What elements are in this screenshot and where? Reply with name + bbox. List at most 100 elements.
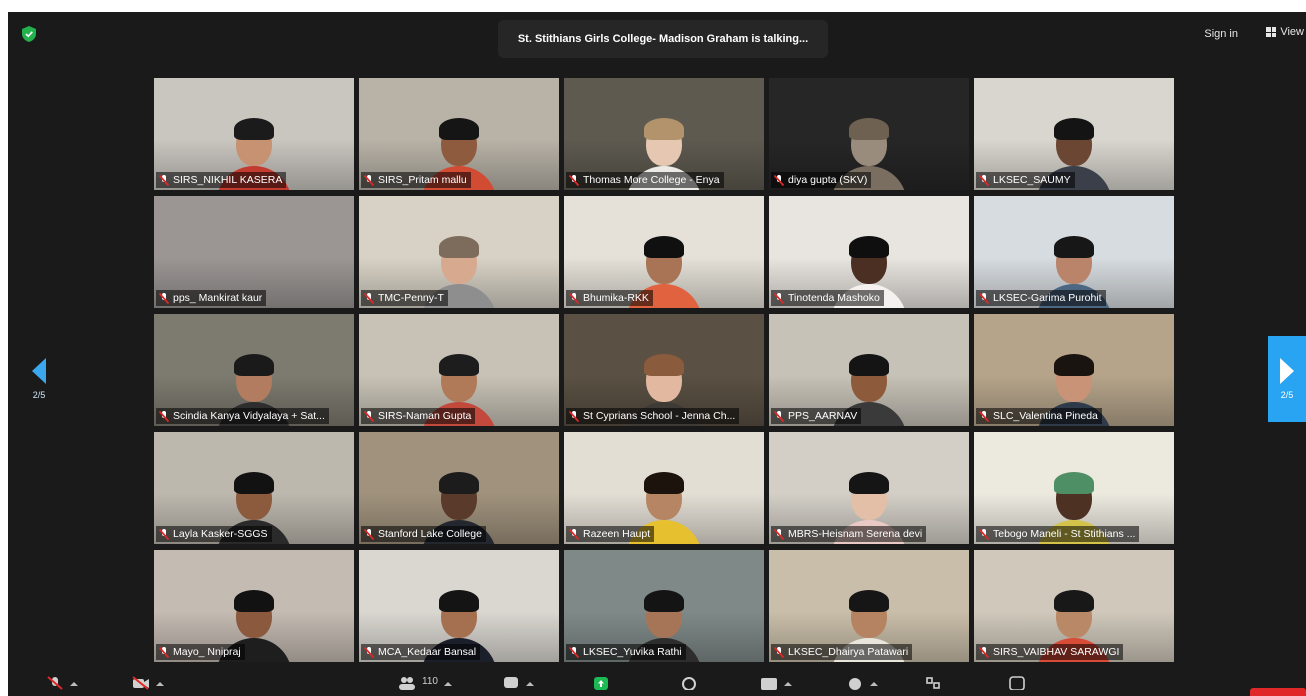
participant-name-tag: SIRS_NIKHIL KASERA: [156, 172, 287, 188]
participant-tile[interactable]: Razeen Haupt: [564, 432, 764, 544]
participant-name: MBRS-Heisnam Serena devi: [788, 528, 923, 540]
apps-icon: [926, 677, 940, 689]
more-button[interactable]: [1008, 676, 1026, 696]
participant-name-tag: Tinotenda Mashoko: [771, 290, 884, 306]
microphone-muted-icon: [569, 646, 579, 658]
participant-name-tag: PPS_AARNAV: [771, 408, 862, 424]
participant-tile[interactable]: LKSEC-Garima Purohit: [974, 196, 1174, 308]
microphone-muted-icon: [774, 174, 784, 186]
participants-caret-icon[interactable]: [443, 682, 452, 686]
share-screen-icon: [594, 677, 608, 690]
encryption-shield-icon[interactable]: [22, 26, 36, 42]
participant-tile[interactable]: LKSEC_SAUMY: [974, 78, 1174, 190]
participant-name: LKSEC_Dhairya Patawari: [788, 646, 909, 658]
microphone-muted-icon: [364, 528, 374, 540]
sign-in-button[interactable]: Sign in: [1200, 26, 1242, 42]
participant-name-tag: LKSEC-Garima Purohit: [976, 290, 1106, 306]
microphone-muted-icon: [979, 292, 989, 304]
participant-name-tag: diya gupta (SKV): [771, 172, 872, 188]
microphone-muted-icon: [364, 410, 374, 422]
participants-icon: [399, 677, 415, 690]
apps-button[interactable]: [924, 676, 942, 696]
mute-button[interactable]: [46, 676, 78, 696]
participant-tile[interactable]: St Cyprians School - Jenna Ch...: [564, 314, 764, 426]
microphone-muted-icon: [774, 292, 784, 304]
participant-name-tag: Scindia Kanya Vidyalaya + Sat...: [156, 408, 329, 424]
participant-tile[interactable]: SIRS_VAIBHAV SARAWGI: [974, 550, 1174, 662]
participant-name-tag: Stanford Lake College: [361, 526, 486, 542]
participant-name: Tinotenda Mashoko: [788, 292, 880, 304]
participant-tile[interactable]: LKSEC_Dhairya Patawari: [769, 550, 969, 662]
participant-tile[interactable]: TMC-Penny-T: [359, 196, 559, 308]
participant-name: LKSEC_SAUMY: [993, 174, 1071, 186]
chat-icon: [504, 677, 518, 688]
microphone-muted-icon: [569, 528, 579, 540]
microphone-muted-icon: [159, 410, 169, 422]
chat-caret-icon[interactable]: [526, 682, 534, 686]
participant-name-tag: pps_ Mankirat kaur: [156, 290, 267, 306]
participant-tile[interactable]: Tinotenda Mashoko: [769, 196, 969, 308]
captions-caret-icon[interactable]: [784, 682, 792, 686]
microphone-muted-icon: [774, 646, 784, 658]
microphone-muted-icon: [979, 410, 989, 422]
participant-name: SIRS-Naman Gupta: [378, 410, 472, 422]
start-video-button[interactable]: [132, 676, 164, 696]
participant-tile[interactable]: SLC_Valentina Pineda: [974, 314, 1174, 426]
participant-name-tag: MCA_Kedaar Bansal: [361, 644, 481, 660]
end-meeting-button[interactable]: [1250, 688, 1306, 696]
chat-button[interactable]: [502, 676, 534, 696]
participant-tile[interactable]: Stanford Lake College: [359, 432, 559, 544]
participant-name: St Cyprians School - Jenna Ch...: [583, 410, 736, 422]
participant-tile[interactable]: Thomas More College - Enya: [564, 78, 764, 190]
participant-name: Tebogo Maneli - St Stithians ...: [993, 528, 1136, 540]
participant-name: Scindia Kanya Vidyalaya + Sat...: [173, 410, 325, 422]
microphone-muted-icon: [159, 292, 169, 304]
participant-name: LKSEC-Garima Purohit: [993, 292, 1102, 304]
participant-tile[interactable]: SIRS_Pritam mallu: [359, 78, 559, 190]
participant-tile[interactable]: SIRS-Naman Gupta: [359, 314, 559, 426]
arrow-left-icon: [32, 358, 46, 384]
participant-tile[interactable]: Scindia Kanya Vidyalaya + Sat...: [154, 314, 354, 426]
participant-name: diya gupta (SKV): [788, 174, 868, 186]
participant-name-tag: LKSEC_Yuvika Rathi: [566, 644, 686, 660]
participant-tile[interactable]: MCA_Kedaar Bansal: [359, 550, 559, 662]
audio-options-caret-icon[interactable]: [70, 682, 78, 686]
top-bar: St. Stithians Girls College- Madison Gra…: [8, 12, 1306, 58]
participant-name: SLC_Valentina Pineda: [993, 410, 1098, 422]
participant-name: LKSEC_Yuvika Rathi: [583, 646, 682, 658]
participant-name: TMC-Penny-T: [378, 292, 444, 304]
participant-tile[interactable]: MBRS-Heisnam Serena devi: [769, 432, 969, 544]
microphone-muted-icon: [979, 528, 989, 540]
participant-tile[interactable]: LKSEC_Yuvika Rathi: [564, 550, 764, 662]
view-button[interactable]: View: [1266, 26, 1304, 38]
participant-tile[interactable]: SIRS_NIKHIL KASERA: [154, 78, 354, 190]
participant-tile[interactable]: pps_ Mankirat kaur: [154, 196, 354, 308]
next-page-button[interactable]: 2/5: [1268, 336, 1306, 422]
captions-button[interactable]: [760, 676, 792, 696]
previous-page-button[interactable]: 2/5: [20, 336, 58, 422]
record-button[interactable]: [680, 676, 698, 696]
participant-tile[interactable]: Layla Kasker-SGGS: [154, 432, 354, 544]
page-indicator-right: 2/5: [1280, 390, 1294, 400]
participant-tile[interactable]: PPS_AARNAV: [769, 314, 969, 426]
video-options-caret-icon[interactable]: [156, 682, 164, 686]
participant-tile[interactable]: diya gupta (SKV): [769, 78, 969, 190]
page-indicator-left: 2/5: [32, 390, 46, 400]
reactions-button[interactable]: [846, 676, 878, 696]
view-label: View: [1280, 26, 1304, 38]
meeting-toolbar: 110: [8, 668, 1306, 696]
microphone-muted-icon: [364, 292, 374, 304]
participant-tile[interactable]: Tebogo Maneli - St Stithians ...: [974, 432, 1174, 544]
participants-button[interactable]: 110: [398, 676, 452, 696]
participant-tile[interactable]: Mayo_ Nnipraj: [154, 550, 354, 662]
participant-tile[interactable]: Bhumika-RKK: [564, 196, 764, 308]
participant-name-tag: MBRS-Heisnam Serena devi: [771, 526, 927, 542]
participant-name-tag: LKSEC_Dhairya Patawari: [771, 644, 913, 660]
reactions-caret-icon[interactable]: [870, 682, 878, 686]
participant-name-tag: Mayo_ Nnipraj: [156, 644, 245, 660]
zoom-meeting-window: St. Stithians Girls College- Madison Gra…: [8, 12, 1306, 696]
microphone-muted-icon: [569, 410, 579, 422]
participant-name: Layla Kasker-SGGS: [173, 528, 268, 540]
active-speaker-text: St. Stithians Girls College- Madison Gra…: [517, 33, 809, 45]
share-screen-button[interactable]: [592, 676, 610, 696]
